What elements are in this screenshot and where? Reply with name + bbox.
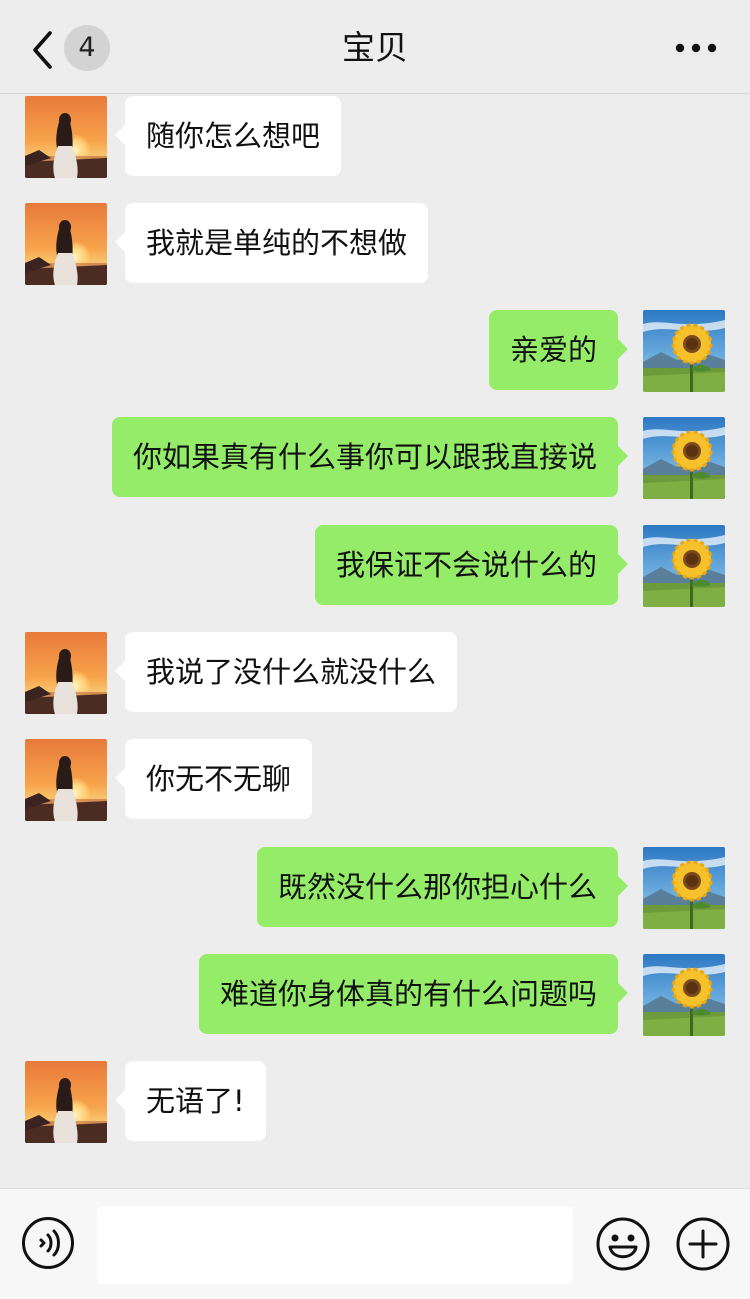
plus-icon: [676, 1217, 730, 1271]
avatar-image: [25, 632, 107, 714]
avatar-image: [643, 310, 725, 392]
contact-avatar[interactable]: [25, 739, 107, 821]
chat-title: 宝贝: [342, 28, 408, 67]
avatar-image: [25, 203, 107, 285]
message-bubble-sent[interactable]: 我保证不会说什么的: [314, 525, 629, 605]
voice-icon: [22, 1217, 74, 1269]
message-bubble-received[interactable]: 随你怎么想吧: [114, 96, 342, 176]
my-avatar[interactable]: [643, 847, 725, 929]
contact-avatar[interactable]: [25, 1061, 107, 1143]
avatar-image: [25, 739, 107, 821]
emoji-icon: [596, 1217, 650, 1271]
emoji-button[interactable]: [595, 1216, 651, 1272]
message-list[interactable]: 随你怎么想吧 我就是单纯的不想做 亲爱的 你如果真有什么事你可以跟我直接说 我保…: [0, 95, 750, 1188]
my-avatar[interactable]: [643, 954, 725, 1036]
avatar-image: [25, 96, 107, 178]
chat-header: 4 宝贝: [0, 0, 750, 94]
message-bubble-received[interactable]: 我就是单纯的不想做: [114, 203, 429, 283]
avatar-image: [643, 417, 725, 499]
message-bubble-sent[interactable]: 你如果真有什么事你可以跟我直接说: [111, 417, 629, 497]
input-bar: [0, 1188, 750, 1299]
message-input[interactable]: [97, 1206, 573, 1284]
more-dots-icon: [675, 43, 717, 53]
message-bubble-received[interactable]: 我说了没什么就没什么: [114, 632, 458, 712]
contact-avatar[interactable]: [25, 96, 107, 178]
message-bubble-sent[interactable]: 难道你身体真的有什么问题吗: [198, 954, 629, 1034]
message-bubble-received[interactable]: 你无不无聊: [114, 739, 313, 819]
more-functions-button[interactable]: [675, 1216, 731, 1272]
my-avatar[interactable]: [643, 525, 725, 607]
avatar-image: [25, 1061, 107, 1143]
more-button[interactable]: [672, 34, 720, 62]
avatar-image: [643, 525, 725, 607]
message-bubble-sent[interactable]: 亲爱的: [488, 310, 629, 390]
contact-avatar[interactable]: [25, 632, 107, 714]
my-avatar[interactable]: [643, 417, 725, 499]
avatar-image: [643, 847, 725, 929]
message-bubble-received[interactable]: 无语了!: [115, 1061, 266, 1141]
contact-avatar[interactable]: [25, 203, 107, 285]
my-avatar[interactable]: [643, 310, 725, 392]
message-bubble-sent[interactable]: 既然没什么那你担心什么: [256, 847, 629, 927]
avatar-image: [643, 954, 725, 1036]
voice-button[interactable]: [21, 1216, 75, 1270]
